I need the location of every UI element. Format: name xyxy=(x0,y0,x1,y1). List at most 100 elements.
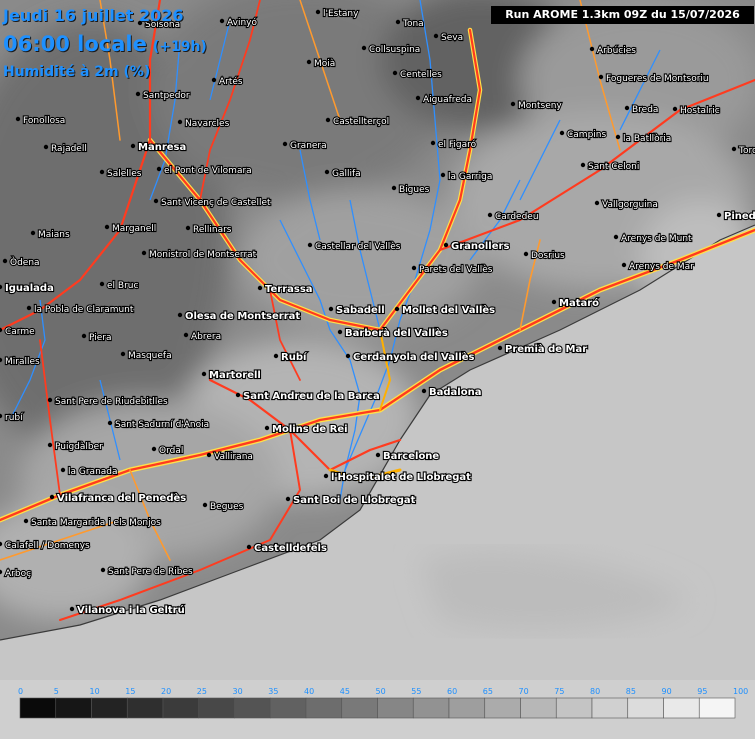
place-label: Bigues xyxy=(399,185,430,195)
place-marker xyxy=(589,46,595,52)
colorbar-tick-label: 35 xyxy=(268,687,278,696)
place-marker xyxy=(580,162,586,168)
place-label: Igualada xyxy=(5,283,54,294)
place-marker xyxy=(104,224,110,230)
place-marker xyxy=(47,442,53,448)
place-label: Collsuspina xyxy=(369,45,420,55)
place-label: Dosrius xyxy=(531,251,565,261)
place-label: Olesa de Montserrat xyxy=(185,311,300,322)
place-marker xyxy=(151,446,157,452)
place-marker xyxy=(615,134,621,140)
place-marker xyxy=(594,200,600,206)
place-label: Castellterçol xyxy=(333,117,389,127)
place-marker xyxy=(26,305,32,311)
place-marker xyxy=(285,496,291,502)
place-label: Navarcles xyxy=(185,119,230,129)
humidity-map[interactable]: Solsona Avinyól'EstanyTonaSevaArbúciesCol… xyxy=(0,0,755,739)
place-label: Mataró xyxy=(559,297,599,309)
place-label: Centelles xyxy=(400,70,442,80)
colorbar-tick-label: 90 xyxy=(662,687,672,696)
place-marker xyxy=(15,116,21,122)
place-label: Maians xyxy=(38,230,70,240)
place-label: Sant Sadurní d'Anoia xyxy=(115,420,209,430)
colorbar-tick-label: 60 xyxy=(447,687,457,696)
colorbar-tick-label: 100 xyxy=(733,687,748,696)
colorbar-tick-label: 15 xyxy=(125,687,135,696)
place-marker xyxy=(415,95,421,101)
place-label: Premià de Mar xyxy=(505,343,587,355)
place-marker xyxy=(440,172,446,178)
place-marker xyxy=(49,494,55,500)
place-marker xyxy=(81,333,87,339)
place-marker xyxy=(257,285,263,291)
place-label: Artés xyxy=(219,76,243,87)
colorbar-step xyxy=(162,697,200,719)
place-marker xyxy=(153,198,159,204)
colorbar-tick-label: 20 xyxy=(161,687,171,696)
colorbar-step xyxy=(484,697,521,719)
place-marker xyxy=(613,234,619,240)
place-marker xyxy=(624,105,630,111)
place-label: Rubí xyxy=(281,351,307,363)
place-label: Castelldefels xyxy=(254,543,327,554)
place-label: la Garriga xyxy=(448,172,492,182)
place-label: Vallirana xyxy=(214,452,253,462)
place-marker xyxy=(497,345,503,351)
place-label: Barcelone xyxy=(383,451,439,462)
colorbar-tick-label: 95 xyxy=(697,687,707,696)
place-marker xyxy=(135,91,141,97)
place-label: Marganell xyxy=(112,224,156,234)
place-label: Monistrol de Montserrat xyxy=(149,250,257,260)
place-label: Sant Boi de Llobregat xyxy=(293,495,416,506)
place-marker xyxy=(206,452,212,458)
place-marker xyxy=(177,119,183,125)
place-label: Martorell xyxy=(209,370,261,381)
place-marker xyxy=(621,262,627,268)
place-label: Santpedor xyxy=(143,91,190,101)
place-label: Sant Celoni xyxy=(588,162,639,172)
place-label: Masquefa xyxy=(128,351,172,361)
place-label: Aiguafreda xyxy=(423,95,472,105)
place-label: Vallgorguina xyxy=(602,200,658,210)
place-label: Molins de Rei xyxy=(272,424,348,435)
colorbar-tick-label: 85 xyxy=(626,687,636,696)
place-label: Sabadell xyxy=(336,305,385,316)
place-marker xyxy=(395,19,401,25)
place-marker xyxy=(510,101,516,107)
place-label: Castellar del Vallès xyxy=(315,241,401,252)
place-marker xyxy=(523,251,529,257)
run-label: Run AROME 1.3km 09Z du 15/07/2026 xyxy=(491,6,754,24)
time-title: 06:00 locale (+19h) xyxy=(3,32,207,56)
parameter-title: Humidité à 2m (%) xyxy=(3,64,151,80)
map-stage: Solsona Avinyó l'Estany Tona Seva Arbúcies Col… xyxy=(0,0,755,739)
place-label: l'Estany xyxy=(323,9,359,19)
place-label: Santa Margarida i els Monjos xyxy=(31,518,161,528)
colorbar-step xyxy=(55,697,92,719)
place-label: Sant Pere de Ribes xyxy=(108,567,193,577)
colorbar-step xyxy=(627,697,664,719)
place-label: Arenys de Munt xyxy=(621,234,692,244)
place-marker xyxy=(99,281,105,287)
place-marker xyxy=(2,258,8,264)
colorbar-tick-label: 45 xyxy=(340,687,350,696)
place-label: Barberà del Vallès xyxy=(345,327,448,339)
place-label: Sant Andreu de la Barca xyxy=(243,391,380,402)
colorbar-step xyxy=(412,697,450,719)
place-marker xyxy=(323,473,329,479)
place-marker xyxy=(345,353,351,359)
colorbar-step xyxy=(198,697,235,719)
colorbar-step xyxy=(305,697,343,719)
place-marker xyxy=(391,185,397,191)
place-label: Vilanova i la Geltrú xyxy=(77,604,185,616)
place-marker xyxy=(120,351,126,357)
colorbar-step xyxy=(377,697,414,719)
place-marker xyxy=(731,146,737,152)
colorbar-step xyxy=(698,697,736,719)
colorbar-step xyxy=(126,697,164,719)
place-marker xyxy=(716,212,722,218)
colorbar-tick-label: 70 xyxy=(519,687,529,696)
place-label: Calafell / Domenys xyxy=(5,541,90,551)
place-label: el Figaró xyxy=(438,139,477,150)
place-marker xyxy=(69,606,75,612)
place-label: Sant Pere de Riudebitlles xyxy=(55,397,168,407)
